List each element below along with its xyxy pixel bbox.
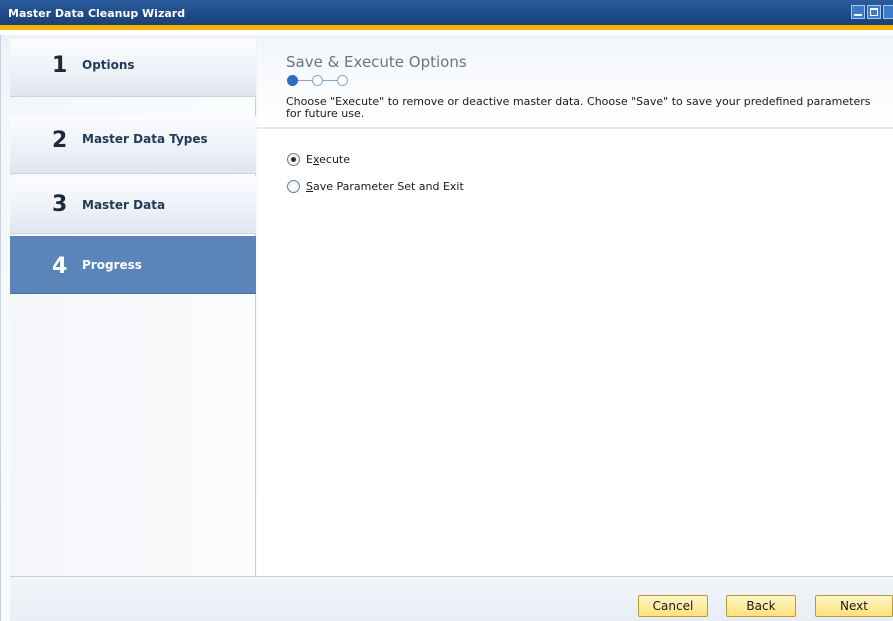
step-progress-indicator bbox=[287, 75, 371, 87]
execute-option[interactable]: Execute bbox=[287, 153, 350, 166]
wizard-footer: Cancel Back Next bbox=[10, 576, 893, 621]
step-description: Choose "Execute" to remove or deactive m… bbox=[286, 95, 871, 120]
save-parameter-set-label: Save Parameter Set and Exit bbox=[306, 180, 464, 193]
wizard-steps-sidebar: 1 Options 2 Master Data Types 3 Master D… bbox=[10, 39, 256, 576]
minimize-icon[interactable] bbox=[851, 5, 865, 19]
close-icon[interactable] bbox=[883, 5, 893, 19]
step-number: 4 bbox=[52, 254, 68, 279]
back-button[interactable]: Back bbox=[726, 595, 796, 617]
step-label: Master Data Types bbox=[82, 132, 208, 146]
step-master-data-types: 2 Master Data Types bbox=[10, 116, 256, 174]
progress-connector bbox=[298, 80, 312, 81]
progress-dot bbox=[287, 75, 298, 86]
step-master-data: 3 Master Data bbox=[10, 176, 256, 234]
step-number: 3 bbox=[52, 192, 68, 217]
main-panel: Save & Execute Options Choose "Execute" … bbox=[257, 39, 893, 576]
window-title: Master Data Cleanup Wizard bbox=[8, 7, 186, 20]
step-label: Options bbox=[82, 58, 135, 72]
page-title: Save & Execute Options bbox=[286, 53, 467, 71]
step-label: Master Data bbox=[82, 198, 166, 212]
next-button[interactable]: Next bbox=[815, 595, 893, 617]
execute-label: Execute bbox=[306, 153, 350, 166]
step-options: 1 Options bbox=[10, 39, 256, 97]
cancel-button[interactable]: Cancel bbox=[638, 595, 708, 617]
progress-dot bbox=[312, 75, 323, 86]
step-number: 1 bbox=[52, 53, 68, 78]
save-parameter-set-radio[interactable] bbox=[287, 180, 300, 193]
window-controls bbox=[851, 5, 893, 19]
step-label: Progress bbox=[82, 258, 142, 272]
step-progress: 4 Progress bbox=[10, 236, 256, 294]
save-parameter-set-option[interactable]: Save Parameter Set and Exit bbox=[287, 180, 464, 193]
maximize-icon[interactable] bbox=[867, 5, 881, 19]
step-number: 2 bbox=[52, 128, 68, 153]
execute-radio[interactable] bbox=[287, 153, 300, 166]
title-bar: Master Data Cleanup Wizard bbox=[0, 0, 893, 30]
step-header: Save & Execute Options Choose "Execute" … bbox=[257, 39, 893, 129]
progress-connector bbox=[323, 80, 337, 81]
progress-dot bbox=[337, 75, 348, 86]
